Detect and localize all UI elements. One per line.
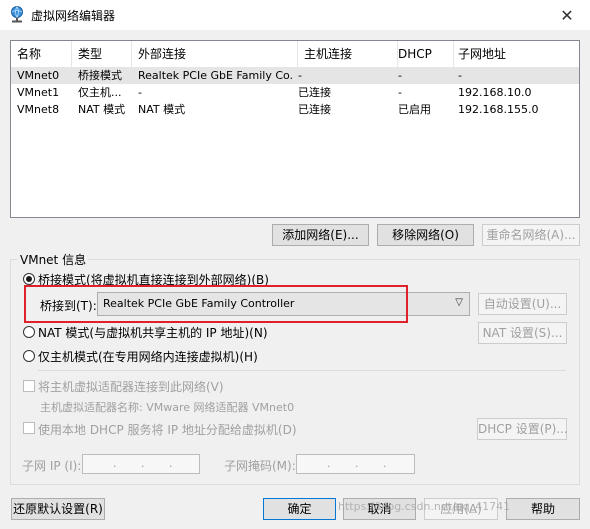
- auto-settings-button[interactable]: 自动设置(U)...: [478, 293, 567, 315]
- cell-dhcp: 已启用: [398, 103, 431, 116]
- cell-subnet: 192.168.155.0: [458, 103, 539, 116]
- cell-host: 已连接: [298, 86, 331, 99]
- cell-subnet: 192.168.10.0: [458, 86, 532, 99]
- column-header-dhcp[interactable]: DHCP: [392, 41, 454, 67]
- nat-settings-button[interactable]: NAT 设置(S)...: [478, 322, 567, 344]
- vmnet-info-label: VMnet 信息: [18, 251, 89, 268]
- title-bar: 虚拟网络编辑器 ✕: [0, 0, 590, 30]
- cell-dhcp: -: [398, 86, 402, 99]
- network-table[interactable]: 名称 类型 外部连接 主机连接 DHCP 子网地址 VMnet0 桥接模式 Re…: [10, 40, 580, 218]
- table-row[interactable]: VMnet1 仅主机... - 已连接 - 192.168.10.0: [11, 84, 579, 101]
- nat-radio[interactable]: [23, 326, 35, 338]
- cell-type: 桥接模式: [78, 69, 122, 82]
- ok-button[interactable]: 确定: [263, 498, 336, 520]
- subnet-mask-label: 子网掩码(M):: [224, 459, 296, 473]
- adapter-name-text: 主机虚拟适配器名称: VMware 网络适配器 VMnet0: [40, 401, 295, 414]
- cell-external: Realtek PCIe GbE Family Co...: [138, 69, 292, 82]
- subnet-ip-label: 子网 IP (I):: [22, 459, 82, 473]
- remove-network-button[interactable]: 移除网络(O): [377, 224, 474, 246]
- use-dhcp-checkbox[interactable]: [23, 422, 35, 434]
- cell-external: -: [138, 86, 142, 99]
- cell-name: VMnet0: [17, 69, 60, 82]
- cell-name: VMnet8: [17, 103, 60, 116]
- cell-external: NAT 模式: [138, 103, 186, 116]
- divider: [38, 370, 566, 371]
- column-header-host[interactable]: 主机连接: [298, 41, 398, 67]
- cell-dhcp: -: [398, 69, 402, 82]
- column-header-type[interactable]: 类型: [72, 41, 132, 67]
- cell-subnet: -: [458, 69, 462, 82]
- host-only-radio-label[interactable]: 仅主机模式(在专用网络内连接虚拟机)(H): [38, 348, 258, 365]
- highlight-annotation: [24, 285, 408, 323]
- rename-network-button[interactable]: 重命名网络(A)...: [482, 224, 580, 246]
- table-row[interactable]: VMnet8 NAT 模式 NAT 模式 已连接 已启用 192.168.155…: [11, 101, 579, 118]
- column-header-external[interactable]: 外部连接: [132, 41, 298, 67]
- table-row[interactable]: VMnet0 桥接模式 Realtek PCIe GbE Family Co..…: [11, 67, 579, 84]
- dhcp-settings-button[interactable]: DHCP 设置(P)...: [477, 418, 568, 440]
- nat-radio-label[interactable]: NAT 模式(与虚拟机共享主机的 IP 地址)(N): [38, 324, 268, 341]
- add-network-button[interactable]: 添加网络(E)...: [272, 224, 369, 246]
- connect-adapter-checkbox[interactable]: [23, 380, 35, 392]
- chevron-down-icon: ▽: [455, 297, 463, 308]
- subnet-ip-input[interactable]: ...: [82, 454, 200, 474]
- use-dhcp-label[interactable]: 使用本地 DHCP 服务将 IP 地址分配给虚拟机(D): [38, 421, 297, 438]
- window-title: 虚拟网络编辑器: [31, 9, 116, 23]
- help-button[interactable]: 帮助: [506, 498, 580, 520]
- cell-host: 已连接: [298, 103, 331, 116]
- table-header: 名称 类型 外部连接 主机连接 DHCP 子网地址: [11, 41, 579, 67]
- restore-defaults-button[interactable]: 还原默认设置(R): [11, 498, 105, 520]
- cell-type: 仅主机...: [78, 86, 122, 99]
- cell-host: -: [298, 69, 302, 82]
- watermark: https://blog.csdn.net/qq_41741: [338, 500, 511, 513]
- column-header-name[interactable]: 名称: [11, 41, 72, 67]
- connect-adapter-label[interactable]: 将主机虚拟适配器连接到此网络(V): [38, 378, 224, 395]
- close-icon[interactable]: ✕: [544, 0, 590, 30]
- cell-type: NAT 模式: [78, 103, 126, 116]
- bridged-radio[interactable]: [23, 273, 35, 285]
- subnet-mask-input[interactable]: ...: [296, 454, 415, 474]
- cell-name: VMnet1: [17, 86, 60, 99]
- network-globe-icon: [11, 6, 23, 23]
- column-header-subnet[interactable]: 子网地址: [452, 41, 579, 67]
- host-only-radio[interactable]: [23, 350, 35, 362]
